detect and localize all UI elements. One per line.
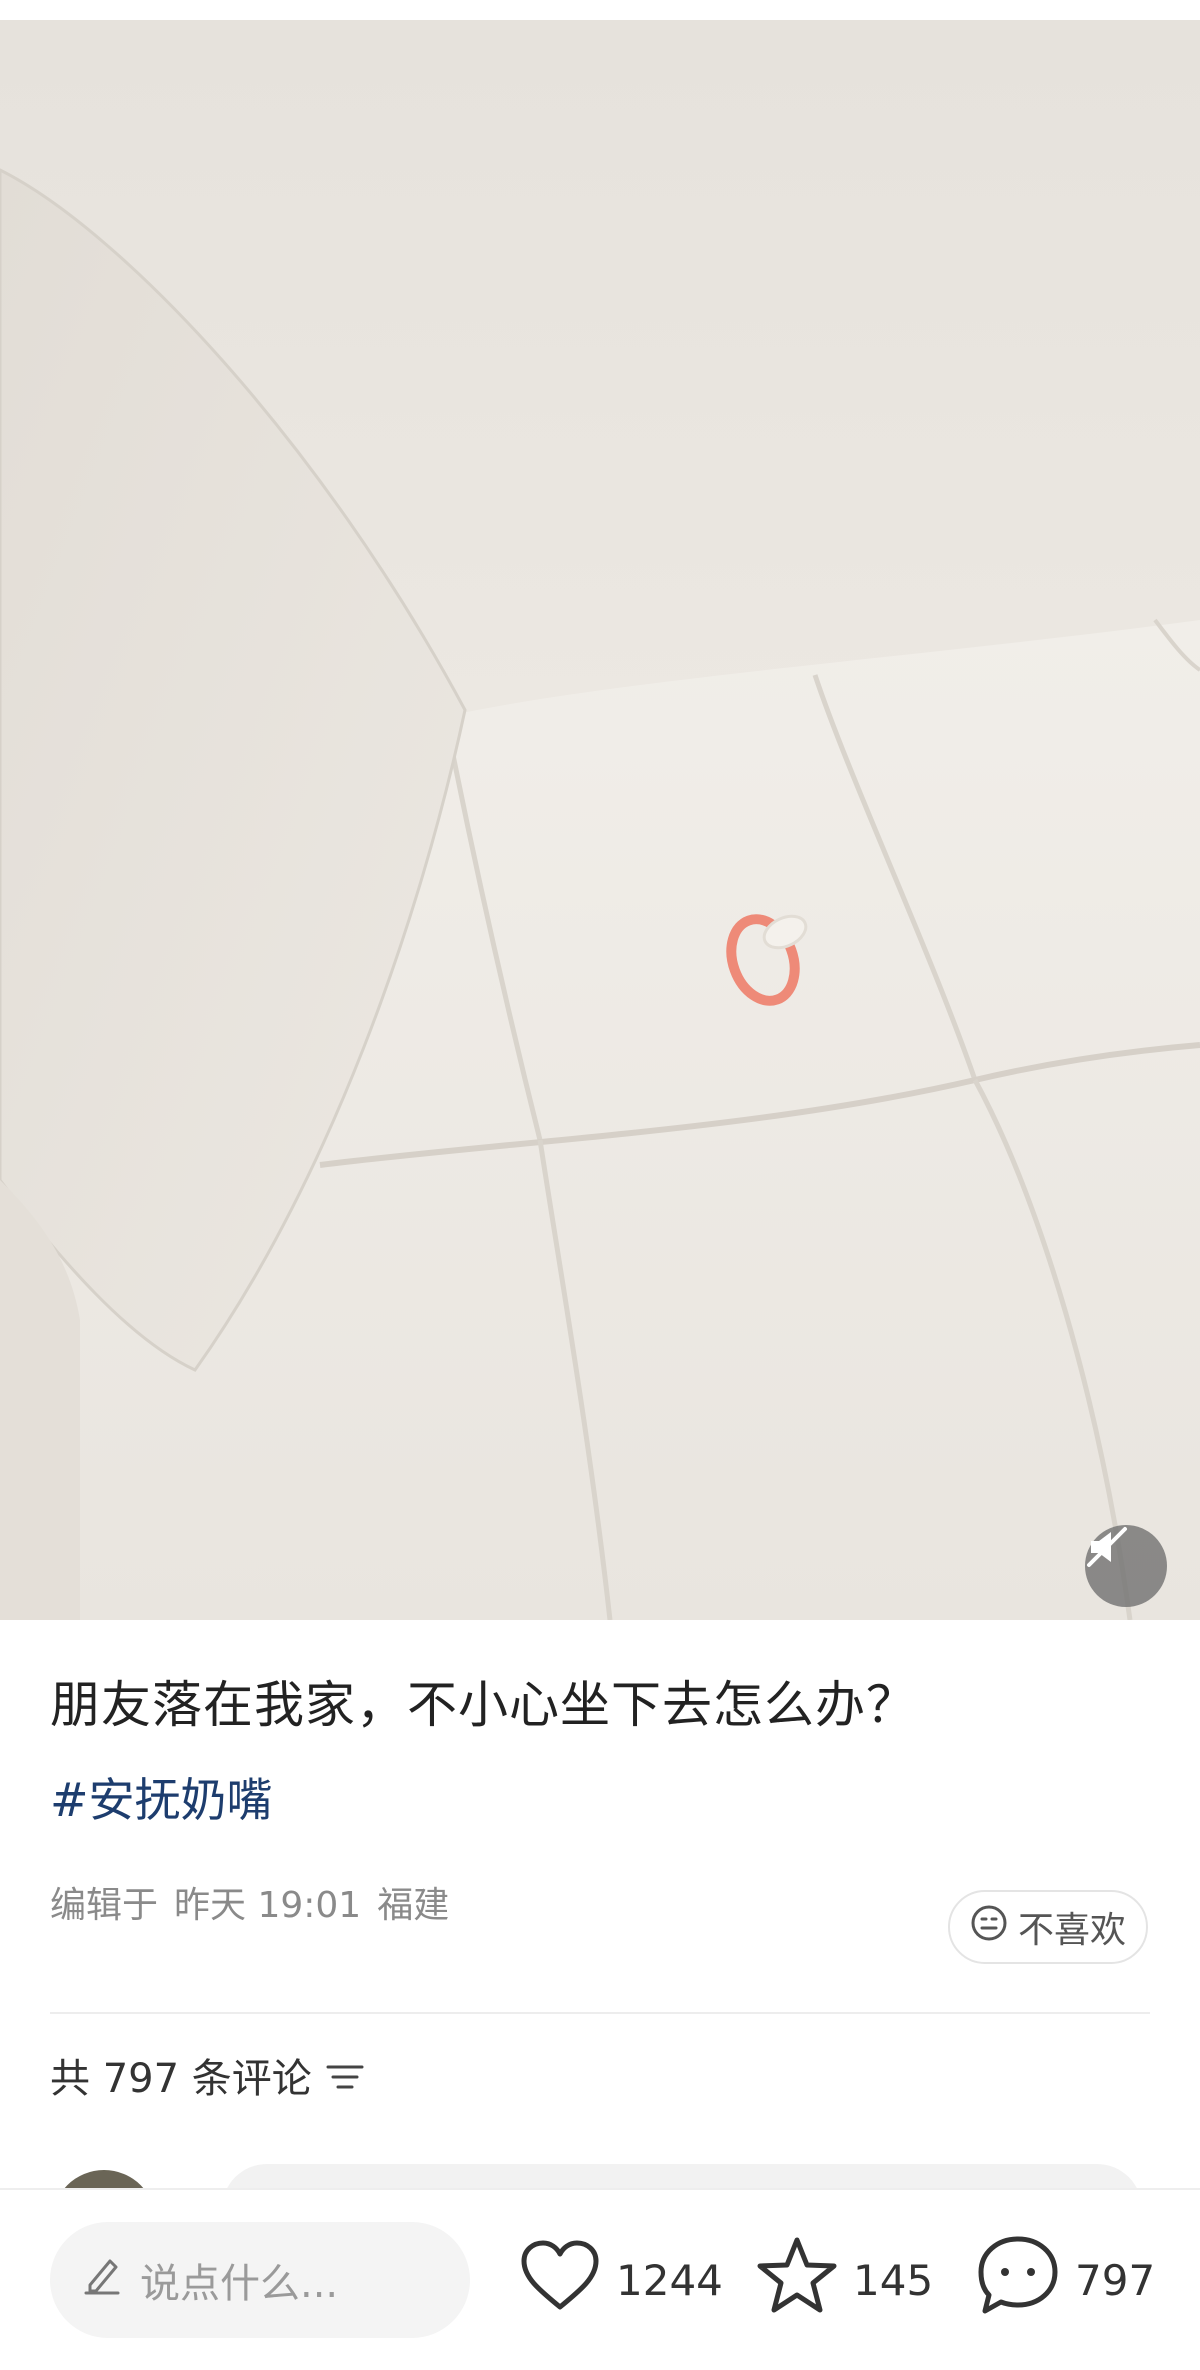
comment-button[interactable]: 797 [975,2230,1155,2330]
star-icon [755,2235,839,2325]
post-title: 朋友落在我家，不小心坐下去怎么办？ [50,1676,917,1734]
post-location: 福建 [377,1885,450,1926]
favorite-button[interactable]: 145 [755,2230,933,2330]
sofa-photo-illustration [0,20,1200,1620]
pencil-icon [80,2253,124,2307]
mute-button[interactable] [1085,1525,1167,1607]
bottom-action-bar: 说点什么... 1244 145 797 [0,2188,1200,2370]
comment-input[interactable]: 说点什么... [50,2222,470,2338]
dislike-button[interactable]: 不喜欢 [948,1890,1148,1964]
like-count: 1244 [616,2255,723,2305]
post-meta: 编辑于 昨天 19:01 福建 [50,1882,449,1930]
post-time: 昨天 19:01 [174,1885,362,1926]
comments-count-label: 共 797 条评论 [50,2056,312,2102]
edited-label: 编辑于 [50,1885,159,1926]
favorite-count: 145 [853,2255,934,2305]
post-tag[interactable]: #安抚奶嘴 [50,1770,273,1830]
sort-lines-icon[interactable] [326,2052,364,2106]
comment-input-placeholder: 说点什么... [140,2261,339,2307]
neutral-face-icon [970,1904,1008,1951]
comments-header: 共 797 条评论 [50,2052,364,2106]
post-image[interactable] [0,20,1200,1620]
chat-bubble-icon [975,2233,1061,2327]
comment-count: 797 [1075,2255,1156,2305]
heart-icon [518,2237,602,2323]
divider [50,2012,1150,2014]
dislike-label: 不喜欢 [1017,1910,1126,1951]
like-button[interactable]: 1244 [518,2230,723,2330]
